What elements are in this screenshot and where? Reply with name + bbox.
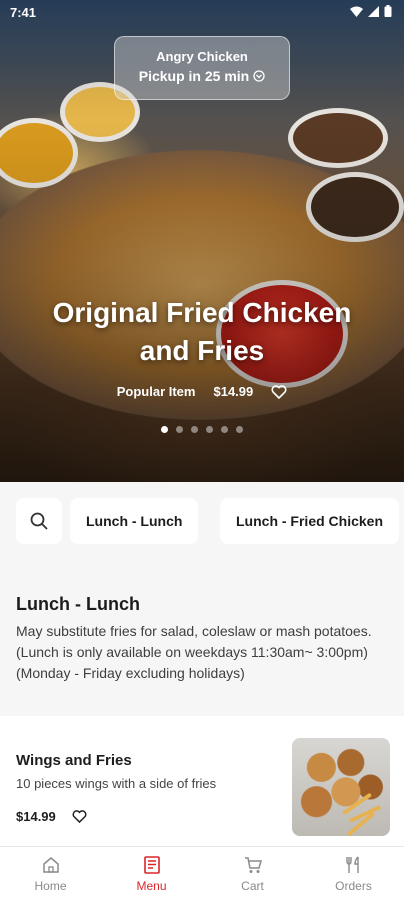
- carousel-dot[interactable]: [176, 426, 183, 433]
- heart-icon[interactable]: [271, 384, 287, 399]
- home-icon: [42, 856, 59, 873]
- nav-orders-label: Orders: [335, 878, 372, 893]
- store-pickup-selector[interactable]: Angry Chicken Pickup in 25 min: [114, 36, 290, 100]
- nav-cart[interactable]: Cart: [202, 847, 303, 900]
- search-icon: [30, 512, 48, 530]
- hero-title-line2: and Fries: [139, 335, 265, 366]
- heart-icon[interactable]: [72, 810, 87, 823]
- pickup-time-label: Pickup in 25 min: [138, 68, 250, 84]
- fork-knife-icon: [345, 856, 359, 873]
- category-chip-fried-chicken[interactable]: Lunch - Fried Chicken: [220, 498, 400, 544]
- status-bar: 7:41: [0, 0, 404, 26]
- item-price: $14.99: [16, 809, 56, 824]
- search-button[interactable]: [16, 498, 62, 544]
- hero-title: Original Fried Chicken and Fries: [0, 294, 404, 370]
- menu-section-header: Lunch - Lunch May substitute fries for s…: [0, 560, 404, 716]
- hero-price: $14.99: [213, 384, 254, 399]
- nav-orders[interactable]: Orders: [303, 847, 404, 900]
- category-tabs: Lunch - Lunch Lunch - Fried Chicken: [0, 482, 404, 560]
- nav-menu[interactable]: Menu: [101, 847, 202, 900]
- status-time: 7:41: [10, 5, 37, 20]
- bottom-nav: Home Menu Cart Orders: [0, 846, 404, 900]
- carousel-dot[interactable]: [221, 426, 228, 433]
- hero-banner[interactable]: 7:41 Angry Chicken Pickup in 25 min Orig…: [0, 0, 404, 482]
- menu-book-icon: [143, 855, 160, 874]
- menu-item-card[interactable]: Wings and Fries 10 pieces wings with a s…: [0, 716, 404, 846]
- store-name: Angry Chicken: [156, 49, 248, 64]
- nav-cart-label: Cart: [241, 878, 264, 893]
- category-chip-lunch[interactable]: Lunch - Lunch: [70, 498, 199, 544]
- item-description: 10 pieces wings with a side of fries: [16, 776, 217, 791]
- nav-menu-label: Menu: [136, 878, 167, 893]
- nav-home-label: Home: [34, 878, 67, 893]
- hero-title-line1: Original Fried Chicken: [52, 297, 352, 328]
- cart-icon: [244, 856, 262, 873]
- carousel-dots: [0, 426, 404, 433]
- signal-icon: [368, 5, 379, 17]
- item-price-row: $14.99: [16, 809, 87, 824]
- chevron-down-circle-icon: [253, 70, 265, 82]
- pickup-time: Pickup in 25 min: [115, 68, 289, 84]
- nav-home[interactable]: Home: [0, 847, 101, 900]
- carousel-dot[interactable]: [191, 426, 198, 433]
- section-description: May substitute fries for salad, coleslaw…: [16, 623, 372, 681]
- popular-badge: Popular Item: [116, 384, 196, 399]
- hero-meta: Popular Item $14.99: [0, 384, 404, 399]
- section-title: Lunch - Lunch: [16, 594, 140, 614]
- carousel-dot[interactable]: [236, 426, 243, 433]
- item-name: Wings and Fries: [16, 752, 132, 769]
- status-icons: [350, 5, 392, 17]
- item-image: [292, 738, 390, 836]
- carousel-dot[interactable]: [161, 426, 168, 433]
- carousel-dot[interactable]: [206, 426, 213, 433]
- battery-icon: [384, 5, 392, 17]
- wifi-icon: [350, 6, 363, 17]
